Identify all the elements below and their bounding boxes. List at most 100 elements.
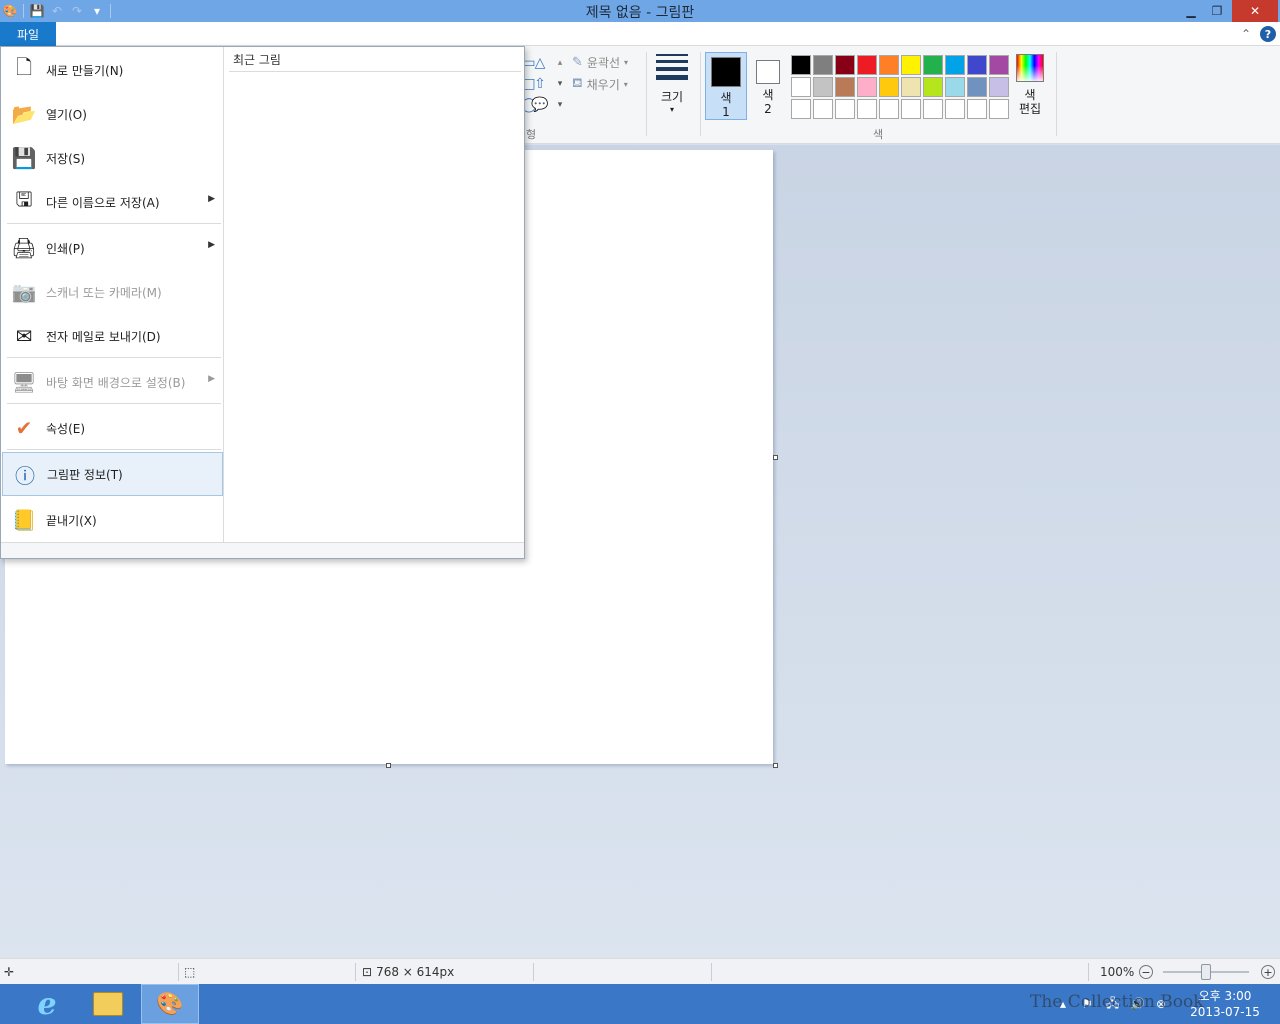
palette-color-swatch[interactable]: [945, 99, 965, 119]
expand-gallery-icon[interactable]: ▾: [551, 96, 569, 114]
recent-pictures-heading: 최근 그림: [233, 53, 281, 67]
palette-color-swatch[interactable]: [813, 77, 833, 97]
colors-group-label: 색: [873, 128, 884, 141]
palette-color-swatch[interactable]: [879, 77, 899, 97]
palette-color-swatch[interactable]: [813, 55, 833, 75]
resize-handle-right[interactable]: [773, 455, 778, 460]
palette-color-swatch[interactable]: [835, 99, 855, 119]
palette-color-swatch[interactable]: [945, 55, 965, 75]
fill-bucket-icon: ⛾: [572, 76, 583, 91]
ribbon-tab-row: 파일 ⌃ ?: [0, 22, 1280, 46]
file-menu-item[interactable]: 📒 끝내기(X): [2, 498, 223, 542]
palette-color-swatch[interactable]: [967, 55, 987, 75]
title-bar: 🎨 💾 ↶ ↷ ▾ 제목 없음 - 그림판 ▁ ❐ ✕: [0, 0, 1280, 22]
save-icon: 💾: [11, 146, 37, 170]
color2-swatch: [756, 60, 780, 84]
zoom-level-text: 100%: [1100, 965, 1135, 979]
palette-color-swatch[interactable]: [791, 99, 811, 119]
internet-explorer-button[interactable]: e: [18, 984, 76, 1024]
palette-color-swatch[interactable]: [835, 55, 855, 75]
zoom-out-button[interactable]: −: [1139, 965, 1153, 979]
shapes-scroll: ▴ ▾ ▾: [551, 54, 569, 117]
file-menu-item[interactable]: ⓘ 그림판 정보(T): [2, 452, 223, 496]
palette-color-swatch[interactable]: [879, 55, 899, 75]
palette-color-swatch[interactable]: [901, 99, 921, 119]
chevron-down-icon: ▾: [623, 80, 628, 89]
resize-handle-bottom[interactable]: [386, 763, 391, 768]
exit-icon: 📒: [11, 508, 37, 532]
palette-color-swatch[interactable]: [835, 77, 855, 97]
file-menu-item-label: 스캐너 또는 카메라(M): [46, 285, 162, 300]
palette-color-swatch[interactable]: [857, 99, 877, 119]
edit-colors-label-2: 편집: [1018, 102, 1042, 116]
color1-button[interactable]: 색 1: [705, 52, 747, 120]
file-menu-item[interactable]: 🖨 인쇄(P) ▶: [2, 226, 223, 270]
group-divider: [1056, 52, 1057, 136]
size-button[interactable]: 크기 ▾: [652, 54, 692, 114]
window-title: 제목 없음 - 그림판: [585, 5, 695, 21]
zoom-slider-thumb[interactable]: [1201, 964, 1211, 980]
edit-colors-label-1: 색: [1024, 88, 1036, 102]
file-menu-item-label: 바탕 화면 배경으로 설정(B): [46, 375, 186, 390]
file-menu-item[interactable]: 🗋 새로 만들기(N): [2, 48, 223, 92]
recent-pictures-panel: 최근 그림: [225, 47, 525, 542]
file-menu-commands: 🗋 새로 만들기(N) 📂 열기(O) 💾 저장(S) 🖫 다른 이름으로 저장(A) ▶ 🖨 인쇄…: [1, 47, 224, 542]
group-divider: [646, 52, 647, 136]
file-menu-item[interactable]: 📂 열기(O): [2, 92, 223, 136]
palette-color-swatch[interactable]: [989, 77, 1009, 97]
maximize-button[interactable]: ❐: [1206, 0, 1228, 22]
fill-dropdown[interactable]: ⛾ 채우기 ▾: [572, 76, 628, 93]
palette-color-swatch[interactable]: [857, 55, 877, 75]
palette-color-swatch[interactable]: [945, 77, 965, 97]
file-menu-item[interactable]: 💾 저장(S): [2, 136, 223, 180]
size-label: 크기: [660, 90, 684, 104]
palette-color-swatch[interactable]: [791, 55, 811, 75]
palette-color-swatch[interactable]: [901, 77, 921, 97]
color1-label: 색: [720, 91, 732, 105]
shapes-gallery-column: △ ⇧ 💬: [531, 54, 549, 117]
palette-color-swatch[interactable]: [923, 55, 943, 75]
resize-handle-corner[interactable]: [773, 763, 778, 768]
paint-taskbar-button[interactable]: 🎨: [141, 984, 199, 1024]
palette-color-swatch[interactable]: [879, 99, 899, 119]
file-menu-item[interactable]: 🖫 다른 이름으로 저장(A) ▶: [2, 180, 223, 224]
printer-icon: 🖨: [11, 236, 37, 260]
zoom-in-button[interactable]: +: [1261, 965, 1275, 979]
triangle-shape-icon[interactable]: △: [531, 54, 549, 72]
palette-color-swatch[interactable]: [967, 77, 987, 97]
palette-color-swatch[interactable]: [791, 77, 811, 97]
file-menu-item[interactable]: ✉ 전자 메일로 보내기(D): [2, 314, 223, 358]
palette-color-swatch[interactable]: [967, 99, 987, 119]
palette-color-swatch[interactable]: [901, 55, 921, 75]
rainbow-icon: [1016, 54, 1044, 82]
file-explorer-button[interactable]: [79, 984, 137, 1024]
outline-dropdown[interactable]: ✎ 윤곽선 ▾: [572, 54, 628, 71]
palette-color-swatch[interactable]: [813, 99, 833, 119]
scroll-down-icon[interactable]: ▾: [551, 75, 569, 93]
palette-color-swatch[interactable]: [989, 99, 1009, 119]
palette-color-swatch[interactable]: [923, 77, 943, 97]
callout-shape-icon[interactable]: 💬: [531, 96, 549, 114]
minimize-ribbon-icon[interactable]: ⌃: [1237, 25, 1255, 43]
file-menu-item-label: 인쇄(P): [46, 241, 85, 256]
arrow-up-shape-icon[interactable]: ⇧: [531, 75, 549, 93]
help-icon[interactable]: ?: [1260, 26, 1276, 42]
minimize-button[interactable]: ▁: [1180, 0, 1202, 22]
palette-color-swatch[interactable]: [857, 77, 877, 97]
palette-color-swatch[interactable]: [923, 99, 943, 119]
file-tab[interactable]: 파일: [0, 22, 56, 46]
submenu-arrow-icon: ▶: [208, 194, 215, 204]
file-menu-item-label: 열기(O): [46, 107, 87, 122]
close-button[interactable]: ✕: [1232, 0, 1278, 22]
edit-colors-button[interactable]: 색 편집: [1012, 54, 1048, 116]
group-divider: [700, 52, 701, 136]
palette-color-swatch[interactable]: [989, 55, 1009, 75]
chevron-down-icon: ▾: [624, 58, 629, 67]
color2-label: 색: [762, 88, 774, 102]
file-menu-item[interactable]: ✔ 속성(E): [2, 406, 223, 450]
file-menu-footer: [1, 542, 524, 558]
color2-button[interactable]: 색 2: [747, 52, 789, 120]
status-divider: [533, 963, 534, 981]
canvas-size-text: 768 × 614px: [376, 965, 455, 979]
scroll-up-icon[interactable]: ▴: [551, 54, 569, 72]
